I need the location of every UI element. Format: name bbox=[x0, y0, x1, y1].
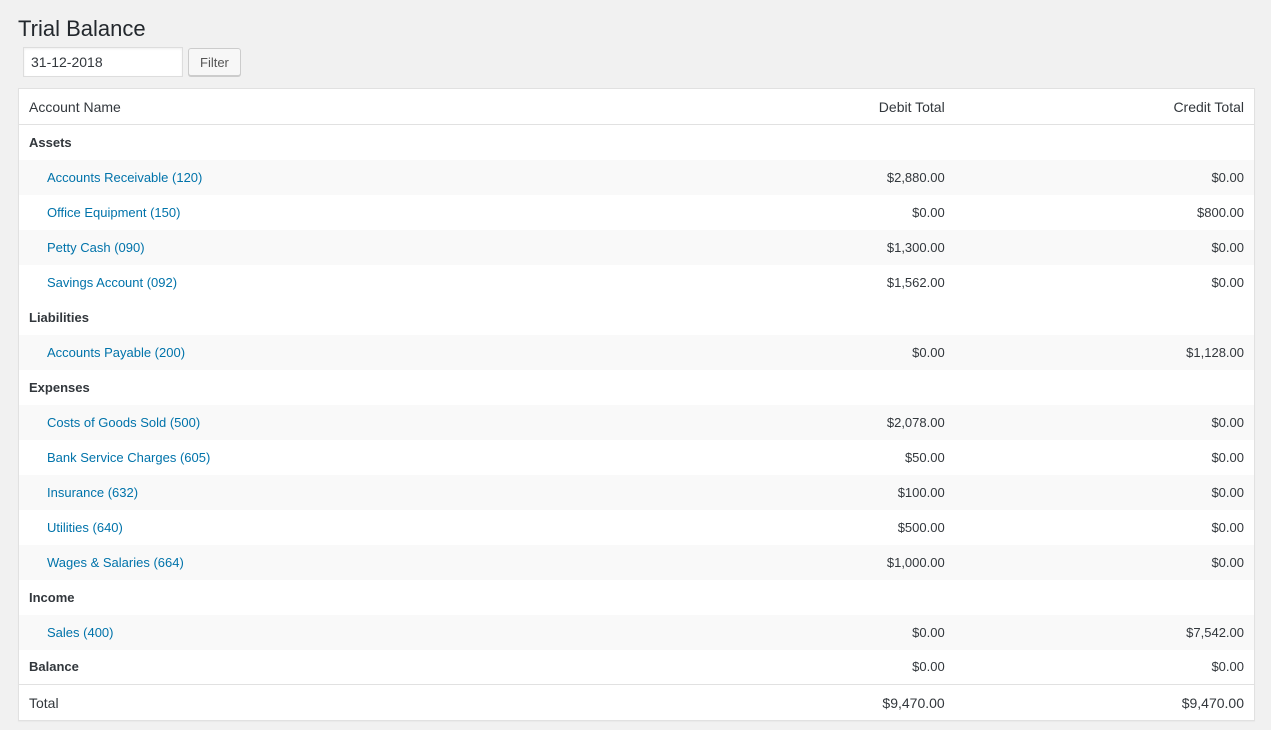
credit-cell: $0.00 bbox=[954, 264, 1255, 300]
debit-cell: $50.00 bbox=[672, 439, 955, 475]
debit-cell: $2,078.00 bbox=[672, 404, 955, 440]
debit-cell: $100.00 bbox=[672, 474, 955, 510]
debit-cell: $0.00 bbox=[672, 614, 955, 650]
table-row: Utilities (640) $500.00 $0.00 bbox=[18, 509, 1255, 545]
filter-button[interactable]: Filter bbox=[188, 48, 241, 76]
table-row: Office Equipment (150) $0.00 $800.00 bbox=[18, 194, 1255, 230]
header-account-name: Account Name bbox=[18, 88, 673, 125]
table-row: Wages & Salaries (664) $1,000.00 $0.00 bbox=[18, 544, 1255, 580]
debit-cell: $1,000.00 bbox=[672, 544, 955, 580]
group-row: Income bbox=[18, 579, 1255, 615]
total-label: Total bbox=[18, 684, 673, 721]
group-row: Liabilities bbox=[18, 299, 1255, 335]
header-debit-total: Debit Total bbox=[672, 88, 955, 125]
account-name-cell: Bank Service Charges (605) bbox=[18, 439, 673, 475]
table-row: Petty Cash (090) $1,300.00 $0.00 bbox=[18, 229, 1255, 265]
account-link[interactable]: Savings Account (092) bbox=[29, 275, 177, 290]
group-name: Liabilities bbox=[18, 299, 673, 335]
balance-credit: $0.00 bbox=[954, 649, 1255, 685]
account-name-cell: Wages & Salaries (664) bbox=[18, 544, 673, 580]
group-row: Assets bbox=[18, 124, 1255, 160]
account-link[interactable]: Office Equipment (150) bbox=[29, 205, 180, 220]
date-input[interactable] bbox=[23, 47, 183, 77]
credit-cell: $1,128.00 bbox=[954, 334, 1255, 370]
credit-cell: $0.00 bbox=[954, 474, 1255, 510]
trial-balance-table: Account Name Debit Total Credit Total As… bbox=[18, 88, 1255, 721]
credit-cell: $7,542.00 bbox=[954, 614, 1255, 650]
total-credit: $9,470.00 bbox=[954, 684, 1255, 721]
group-empty-cell bbox=[672, 124, 955, 160]
credit-cell: $0.00 bbox=[954, 544, 1255, 580]
account-link[interactable]: Insurance (632) bbox=[29, 485, 138, 500]
group-name: Assets bbox=[18, 124, 673, 160]
group-empty-cell bbox=[672, 579, 955, 615]
total-row: Total $9,470.00 $9,470.00 bbox=[18, 684, 1255, 721]
balance-row: Balance $0.00 $0.00 bbox=[18, 649, 1255, 685]
group-empty-cell bbox=[954, 299, 1255, 335]
account-name-cell: Savings Account (092) bbox=[18, 264, 673, 300]
credit-cell: $0.00 bbox=[954, 439, 1255, 475]
credit-cell: $0.00 bbox=[954, 404, 1255, 440]
table-row: Sales (400) $0.00 $7,542.00 bbox=[18, 614, 1255, 650]
account-name-cell: Sales (400) bbox=[18, 614, 673, 650]
account-name-cell: Insurance (632) bbox=[18, 474, 673, 510]
debit-cell: $500.00 bbox=[672, 509, 955, 545]
balance-debit: $0.00 bbox=[672, 649, 955, 685]
account-link[interactable]: Accounts Payable (200) bbox=[29, 345, 185, 360]
table-body: Assets Accounts Receivable (120) $2,880.00… bbox=[18, 124, 1255, 685]
account-name-cell: Accounts Payable (200) bbox=[18, 334, 673, 370]
credit-cell: $800.00 bbox=[954, 194, 1255, 230]
filter-bar: Filter bbox=[23, 47, 241, 77]
table-row: Insurance (632) $100.00 $0.00 bbox=[18, 474, 1255, 510]
account-link[interactable]: Costs of Goods Sold (500) bbox=[29, 415, 200, 430]
account-link[interactable]: Utilities (640) bbox=[29, 520, 123, 535]
account-name-cell: Utilities (640) bbox=[18, 509, 673, 545]
debit-cell: $1,562.00 bbox=[672, 264, 955, 300]
credit-cell: $0.00 bbox=[954, 159, 1255, 195]
account-link[interactable]: Sales (400) bbox=[29, 625, 113, 640]
total-debit: $9,470.00 bbox=[672, 684, 955, 721]
debit-cell: $0.00 bbox=[672, 194, 955, 230]
page-title: Trial Balance bbox=[18, 16, 146, 41]
group-empty-cell bbox=[954, 124, 1255, 160]
table-row: Savings Account (092) $1,562.00 $0.00 bbox=[18, 264, 1255, 300]
account-name-cell: Costs of Goods Sold (500) bbox=[18, 404, 673, 440]
debit-cell: $1,300.00 bbox=[672, 229, 955, 265]
group-empty-cell bbox=[954, 579, 1255, 615]
table-row: Costs of Goods Sold (500) $2,078.00 $0.00 bbox=[18, 404, 1255, 440]
credit-cell: $0.00 bbox=[954, 509, 1255, 545]
account-link[interactable]: Bank Service Charges (605) bbox=[29, 450, 210, 465]
table-row: Accounts Receivable (120) $2,880.00 $0.00 bbox=[18, 159, 1255, 195]
account-link[interactable]: Accounts Receivable (120) bbox=[29, 170, 202, 185]
account-name-cell: Accounts Receivable (120) bbox=[18, 159, 673, 195]
account-name-cell: Petty Cash (090) bbox=[18, 229, 673, 265]
account-link[interactable]: Petty Cash (090) bbox=[29, 240, 145, 255]
account-name-cell: Office Equipment (150) bbox=[18, 194, 673, 230]
group-name: Expenses bbox=[18, 369, 673, 405]
credit-cell: $0.00 bbox=[954, 229, 1255, 265]
header-credit-total: Credit Total bbox=[954, 88, 1255, 125]
table-row: Bank Service Charges (605) $50.00 $0.00 bbox=[18, 439, 1255, 475]
table-header-row: Account Name Debit Total Credit Total bbox=[18, 88, 1255, 125]
account-link[interactable]: Wages & Salaries (664) bbox=[29, 555, 184, 570]
balance-label: Balance bbox=[18, 649, 673, 685]
debit-cell: $2,880.00 bbox=[672, 159, 955, 195]
table-row: Accounts Payable (200) $0.00 $1,128.00 bbox=[18, 334, 1255, 370]
debit-cell: $0.00 bbox=[672, 334, 955, 370]
group-name: Income bbox=[18, 579, 673, 615]
group-empty-cell bbox=[672, 299, 955, 335]
group-row: Expenses bbox=[18, 369, 1255, 405]
group-empty-cell bbox=[672, 369, 955, 405]
group-empty-cell bbox=[954, 369, 1255, 405]
